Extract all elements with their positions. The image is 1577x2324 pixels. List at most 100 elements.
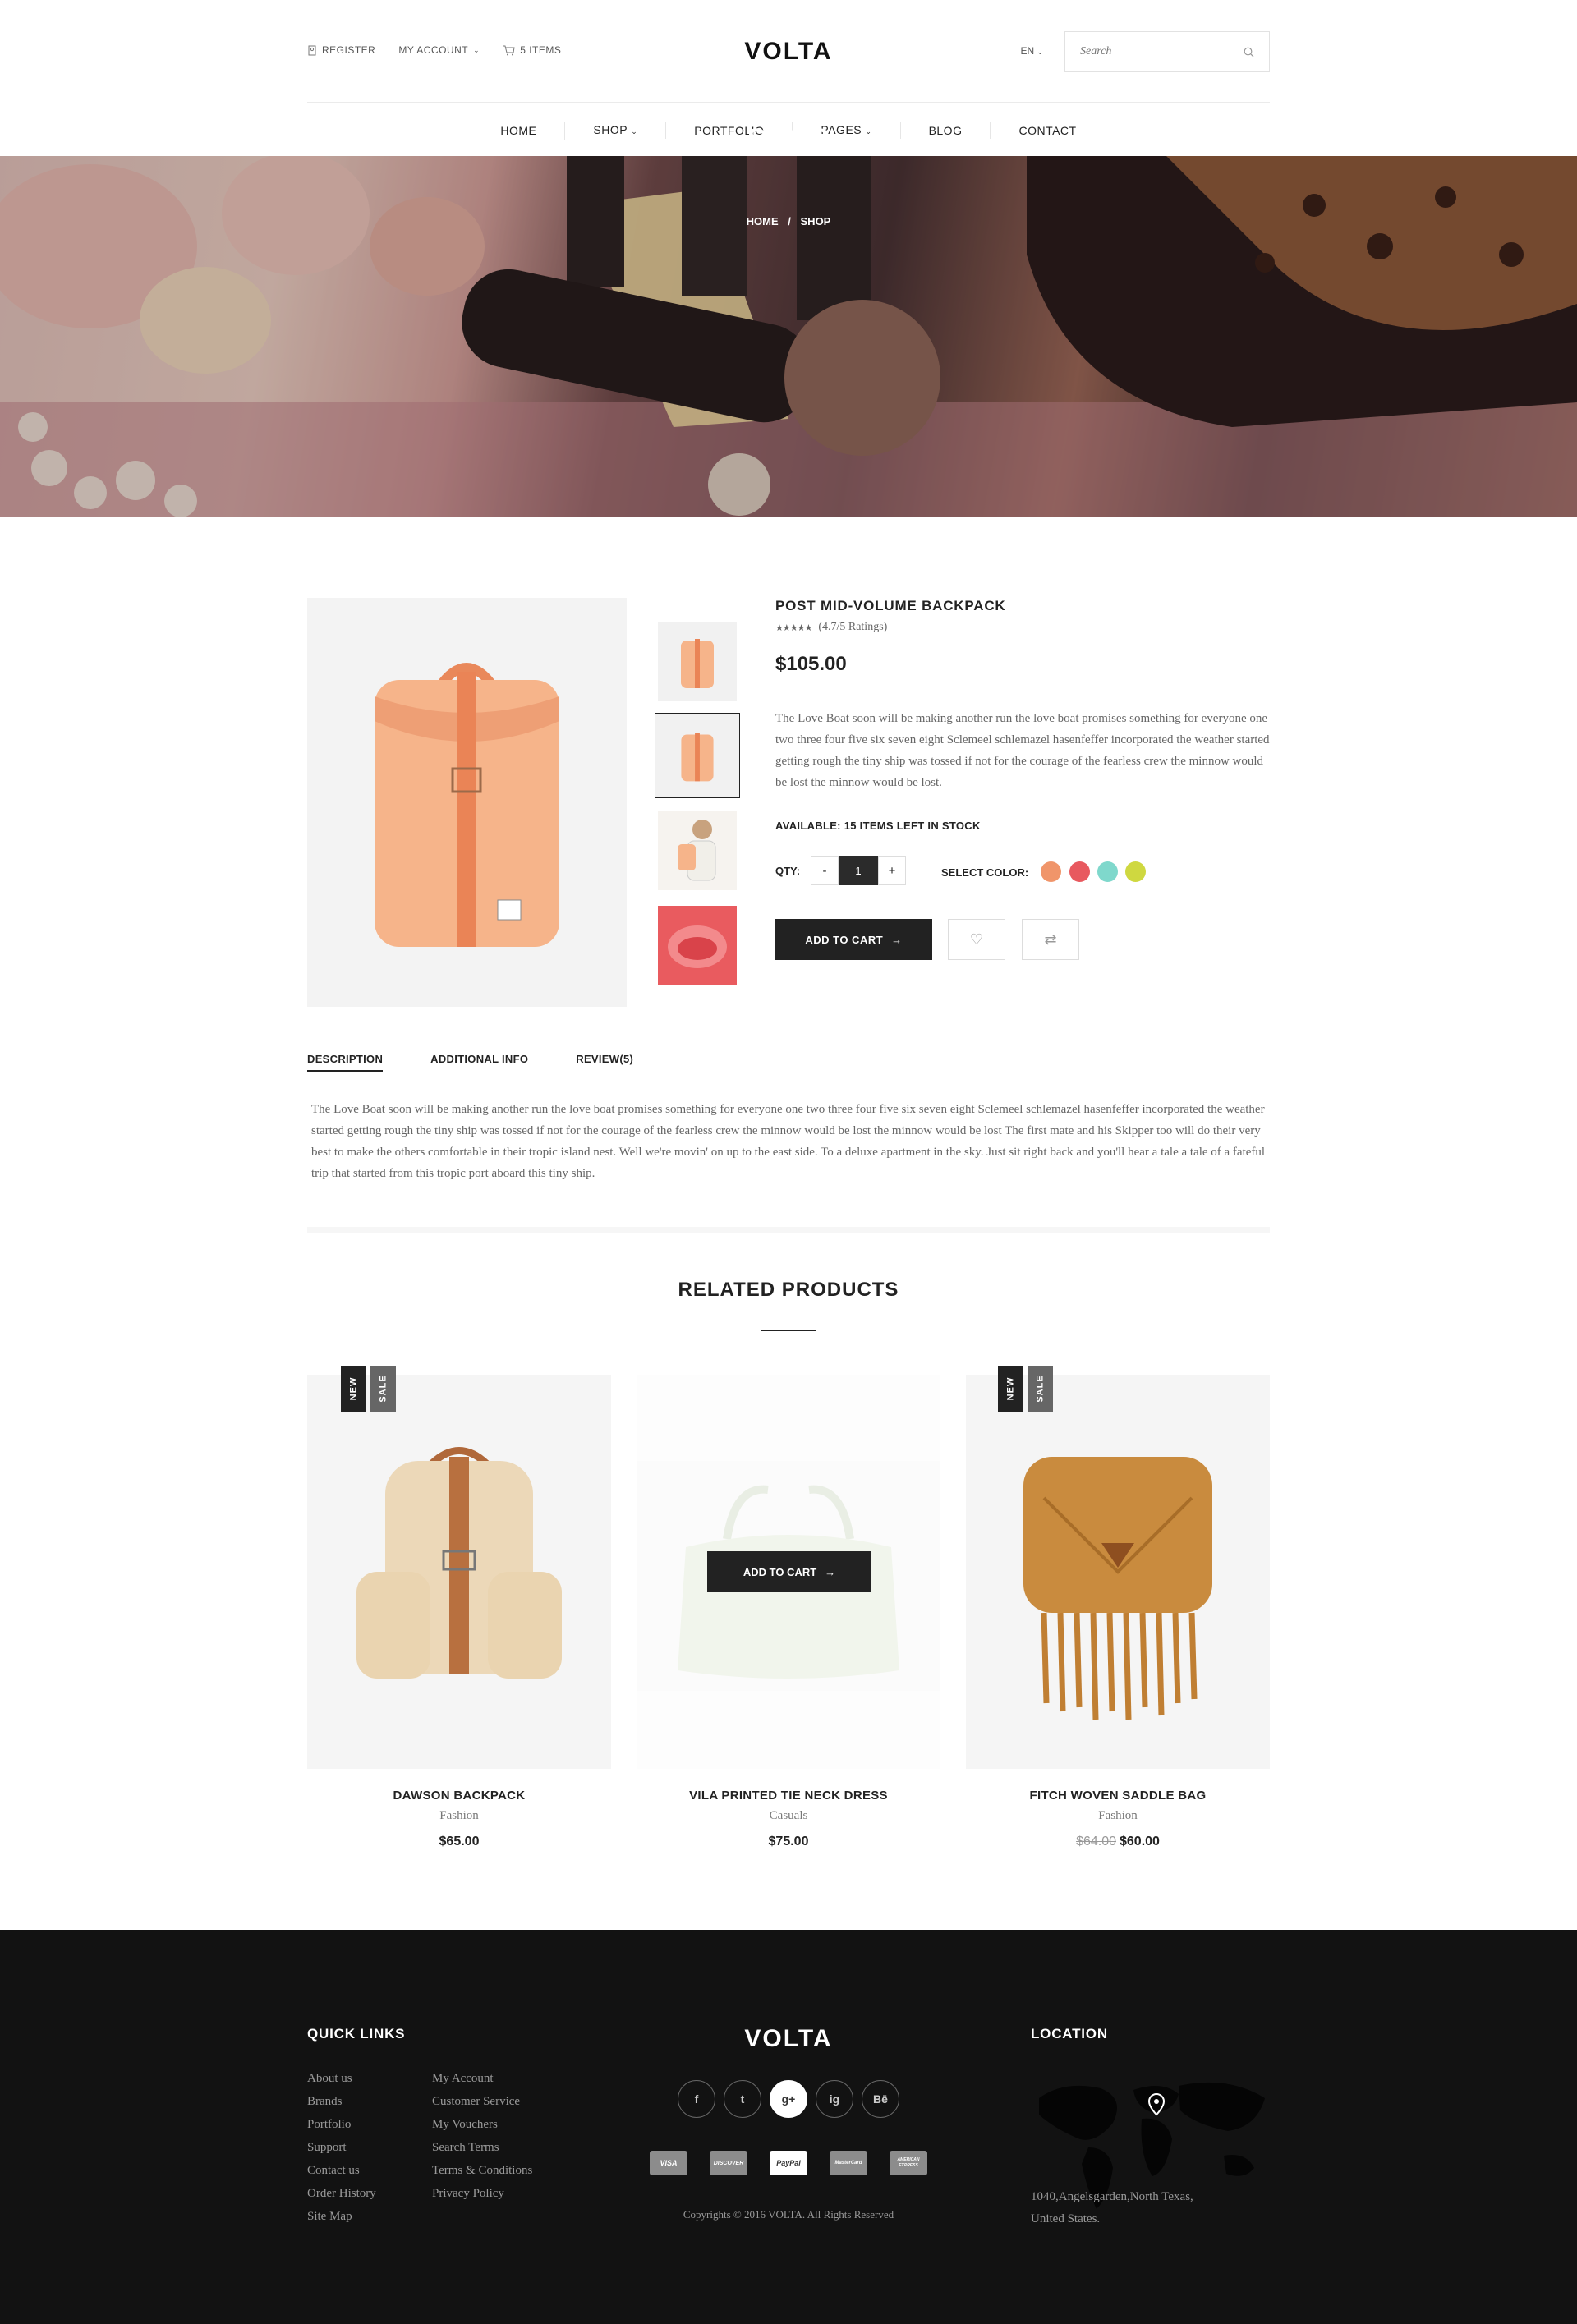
product-card-category: Casuals bbox=[769, 1809, 808, 1822]
price-current: $65.00 bbox=[439, 1835, 480, 1849]
footer-logo[interactable]: VOLTA bbox=[0, 2025, 1577, 2053]
color-swatch-teal[interactable] bbox=[1097, 861, 1118, 882]
qty-value[interactable]: 1 bbox=[839, 856, 878, 885]
quick-links-col-2: My Account Customer Service My Vouchers … bbox=[432, 2071, 532, 2201]
footer-link[interactable]: Portfolio bbox=[307, 2117, 376, 2132]
visa-icon: VISA bbox=[650, 2151, 687, 2175]
register-label: REGISTER bbox=[322, 44, 376, 56]
search-input[interactable] bbox=[1080, 45, 1228, 58]
thumbnail-1[interactable] bbox=[658, 622, 737, 701]
instagram-icon[interactable]: ig bbox=[816, 2080, 853, 2118]
paypal-icon: PayPal bbox=[770, 2151, 807, 2175]
footer-link[interactable]: Support bbox=[307, 2140, 376, 2155]
footer-link[interactable]: Customer Service bbox=[432, 2094, 532, 2109]
product-tabs: DESCRIPTION ADDITIONAL INFO REVIEW(5) bbox=[307, 1053, 633, 1072]
sale-badge-label: SALE bbox=[1035, 1375, 1046, 1403]
tab-reviews[interactable]: REVIEW(5) bbox=[576, 1053, 633, 1072]
price-old: $64.00 bbox=[1076, 1835, 1116, 1849]
rating-text: (4.7/5 Ratings) bbox=[818, 621, 888, 633]
product-main-image[interactable] bbox=[307, 598, 627, 1007]
quick-add-to-cart-button[interactable]: ADD TO CART → bbox=[707, 1551, 871, 1592]
backpack-thumb-image bbox=[659, 717, 736, 794]
product-card-image[interactable] bbox=[307, 1375, 611, 1769]
footer-link[interactable]: My Vouchers bbox=[432, 2117, 532, 2132]
arrow-right-icon: → bbox=[825, 1565, 836, 1578]
sale-badge: SALE bbox=[370, 1366, 396, 1412]
twitter-icon[interactable]: t bbox=[724, 2080, 761, 2118]
behance-icon[interactable]: Bē bbox=[862, 2080, 899, 2118]
search-icon[interactable] bbox=[1244, 47, 1254, 57]
color-swatch-red[interactable] bbox=[1069, 861, 1090, 882]
footer-link[interactable]: Brands bbox=[307, 2094, 376, 2109]
product-card-price: $75.00 bbox=[637, 1835, 940, 1849]
thumbnail-2-active[interactable] bbox=[655, 713, 740, 798]
product-description: The Love Boat soon will be making anothe… bbox=[775, 712, 1270, 789]
qty-increase-button[interactable]: + bbox=[878, 856, 906, 885]
tab-additional-info[interactable]: ADDITIONAL INFO bbox=[430, 1053, 528, 1072]
my-account-label: MY ACCOUNT bbox=[398, 44, 469, 56]
breadcrumb: HOME / SHOP bbox=[0, 215, 1577, 227]
my-account-dropdown[interactable]: MY ACCOUNT ⌄ bbox=[398, 44, 480, 56]
quick-links-col-1: About us Brands Portfolio Support Contac… bbox=[307, 2071, 376, 2224]
backpack-image bbox=[375, 663, 559, 947]
register-link[interactable]: REGISTER bbox=[307, 44, 375, 56]
address-line-2: United States. bbox=[1031, 2212, 1101, 2225]
product-card-price: $65.00 bbox=[307, 1835, 611, 1849]
dawson-backpack-image bbox=[356, 1447, 562, 1679]
footer-link[interactable]: Contact us bbox=[307, 2163, 376, 2178]
breadcrumb-separator: / bbox=[788, 215, 791, 227]
mastercard-icon: MasterCard bbox=[830, 2151, 867, 2175]
saddle-bag-image bbox=[1023, 1457, 1212, 1720]
product-card-image[interactable] bbox=[966, 1375, 1270, 1769]
product-card-name[interactable]: VILA PRINTED TIE NECK DRESS bbox=[637, 1789, 940, 1803]
amex-icon: AMERICAN EXPRESS bbox=[890, 2151, 927, 2175]
footer-link[interactable]: My Account bbox=[432, 2071, 532, 2086]
quick-add-label: ADD TO CART bbox=[743, 1565, 817, 1578]
tab-description[interactable]: DESCRIPTION bbox=[307, 1053, 384, 1072]
arrow-right-icon: → bbox=[891, 933, 903, 946]
product-card-name[interactable]: FITCH WOVEN SADDLE BAG bbox=[966, 1789, 1270, 1803]
qty-decrease-button[interactable]: - bbox=[811, 856, 839, 885]
tab-description-content: The Love Boat soon will be making anothe… bbox=[311, 1103, 1266, 1180]
footer-link[interactable]: Privacy Policy bbox=[432, 2186, 532, 2201]
product-rating: ★★★★★ (4.7/5 Ratings) bbox=[775, 621, 887, 634]
address: 1040,Angelsgarden,North Texas, United St… bbox=[1031, 2186, 1244, 2230]
star-rating-icons: ★★★★★ bbox=[775, 622, 812, 633]
new-badge: NEW bbox=[998, 1366, 1023, 1412]
facebook-icon[interactable]: f bbox=[678, 2080, 715, 2118]
site-logo[interactable]: VOLTA bbox=[744, 38, 832, 66]
section-divider bbox=[307, 1227, 1270, 1233]
product-card-price: $64.00 $60.00 bbox=[966, 1835, 1270, 1849]
footer-link[interactable]: About us bbox=[307, 2071, 376, 2086]
color-swatch-orange[interactable] bbox=[1041, 861, 1061, 882]
hero-overlay bbox=[0, 156, 1577, 517]
footer-link[interactable]: Order History bbox=[307, 2186, 376, 2201]
product-price: $105.00 bbox=[775, 653, 847, 675]
new-badge-label: NEW bbox=[348, 1376, 359, 1401]
add-to-cart-button[interactable]: ADD TO CART → bbox=[775, 919, 932, 960]
sale-badge: SALE bbox=[1028, 1366, 1053, 1412]
wishlist-button[interactable]: ♡ bbox=[948, 919, 1005, 960]
add-to-cart-label: ADD TO CART bbox=[805, 933, 884, 946]
availability-text: AVAILABLE: 15 ITEMS LEFT IN STOCK bbox=[775, 820, 981, 832]
color-swatch-lime[interactable] bbox=[1125, 861, 1146, 882]
color-label: SELECT COLOR: bbox=[941, 866, 1029, 879]
breadcrumb-current: SHOP bbox=[800, 215, 831, 227]
cart-icon bbox=[503, 45, 515, 55]
footer-link[interactable]: Terms & Conditions bbox=[432, 2163, 532, 2178]
google-plus-icon[interactable]: g+ bbox=[770, 2080, 807, 2118]
backpack-thumb-image bbox=[681, 639, 714, 688]
related-products-title: RELATED PRODUCTS bbox=[678, 1279, 899, 1301]
language-label: EN bbox=[1020, 45, 1035, 57]
thumbnail-4[interactable] bbox=[658, 906, 737, 985]
language-selector[interactable]: EN ⌄ bbox=[1020, 45, 1043, 57]
compare-button[interactable]: ⇄ bbox=[1022, 919, 1079, 960]
hero-banner bbox=[0, 156, 1577, 517]
cart-count: 5 ITEMS bbox=[520, 44, 562, 56]
product-card-name[interactable]: DAWSON BACKPACK bbox=[307, 1789, 611, 1803]
cart-link[interactable]: 5 ITEMS bbox=[503, 44, 561, 56]
product-title: POST MID-VOLUME BACKPACK bbox=[775, 598, 1006, 613]
thumbnail-3[interactable] bbox=[658, 811, 737, 890]
footer-link[interactable]: Search Terms bbox=[432, 2140, 532, 2155]
breadcrumb-home[interactable]: HOME bbox=[747, 215, 779, 227]
